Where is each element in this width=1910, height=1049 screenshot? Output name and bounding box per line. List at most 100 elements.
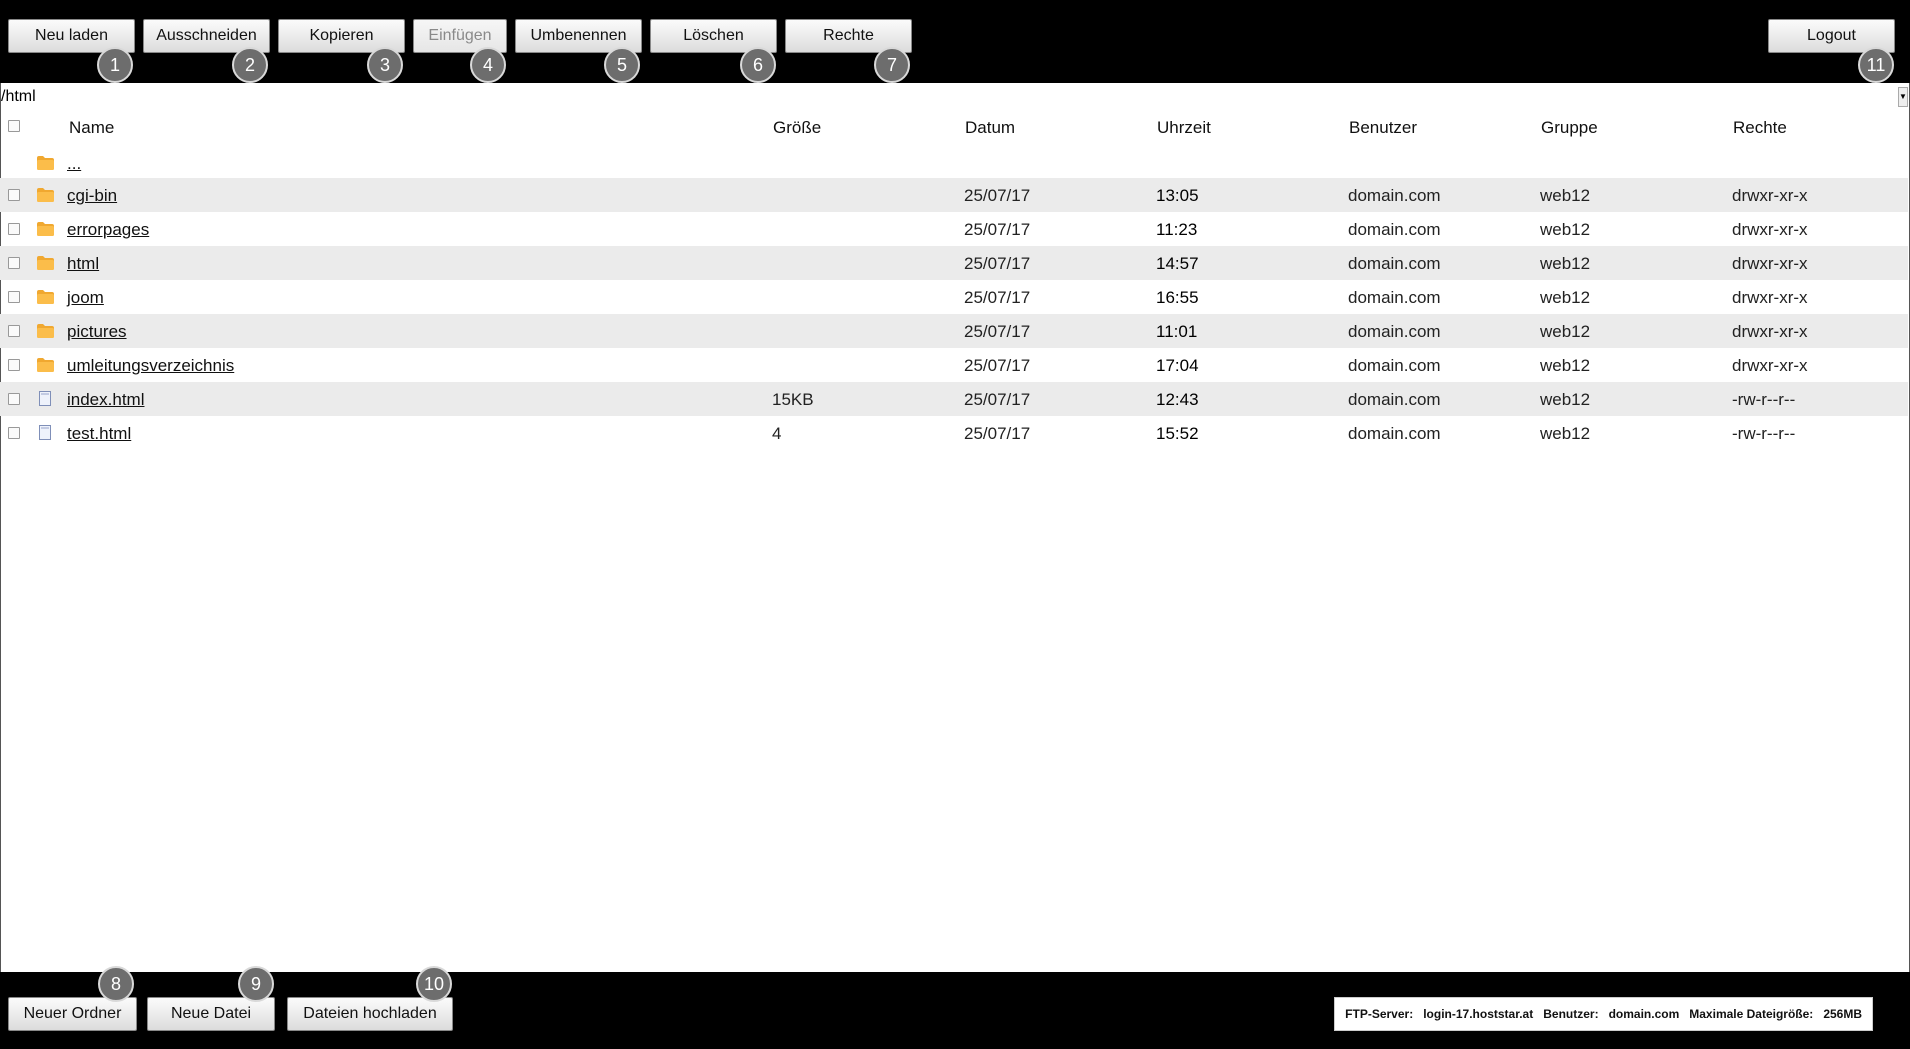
user-cell: domain.com — [1348, 356, 1441, 375]
folder-link[interactable]: cgi-bin — [67, 186, 117, 206]
folder-link[interactable]: errorpages — [67, 220, 149, 240]
date-cell: 25/07/17 — [964, 220, 1031, 239]
folder-icon — [37, 358, 54, 372]
path-dropdown-icon[interactable]: ▼ — [1898, 87, 1908, 107]
badge-7: 7 — [874, 47, 910, 83]
size-cell: 15KB — [772, 390, 814, 409]
folder-link[interactable]: umleitungsverzeichnis — [67, 356, 234, 376]
group-cell: web12 — [1540, 390, 1591, 409]
col-date[interactable]: Datum — [965, 118, 1015, 138]
row-checkbox[interactable] — [8, 393, 20, 405]
table-row[interactable]: joom 25/07/17 16:55 domain.com web12 drwxr-xr… — [0, 280, 1908, 314]
badge-3: 3 — [367, 47, 403, 83]
file-icon — [39, 391, 51, 406]
user-label: Benutzer: — [1543, 1007, 1599, 1021]
bottom-toolbar: Neuer Ordner Neue Datei Dateien hochlade… — [0, 966, 1910, 1049]
badge-8: 8 — [98, 966, 134, 1002]
file-link[interactable]: index.html — [67, 390, 144, 410]
folder-icon — [37, 324, 54, 338]
row-checkbox[interactable] — [8, 257, 20, 269]
maxsize-value: 256MB — [1823, 1007, 1862, 1021]
time-cell: 14:57 — [1156, 254, 1199, 273]
select-all-checkbox[interactable] — [8, 120, 20, 132]
badge-5: 5 — [604, 47, 640, 83]
table-row[interactable]: test.html 4 25/07/17 15:52 domain.com web12 -r… — [0, 416, 1908, 450]
path-bar[interactable]: /html ▼ — [0, 84, 1910, 108]
row-checkbox[interactable] — [8, 291, 20, 303]
time-cell: 16:55 — [1156, 288, 1199, 307]
group-cell: web12 — [1540, 254, 1591, 273]
col-size[interactable]: Größe — [773, 118, 821, 138]
date-cell: 25/07/17 — [964, 186, 1031, 205]
folder-link[interactable]: joom — [67, 288, 104, 308]
col-user[interactable]: Benutzer — [1349, 118, 1417, 138]
group-cell: web12 — [1540, 322, 1591, 341]
badge-4: 4 — [470, 47, 506, 83]
folder-icon — [37, 290, 54, 304]
new-file-button[interactable]: Neue Datei — [147, 997, 275, 1031]
perms-cell: drwxr-xr-x — [1732, 254, 1808, 273]
perms-cell: drwxr-xr-x — [1732, 186, 1808, 205]
server-label: FTP-Server: — [1345, 1007, 1414, 1021]
row-checkbox[interactable] — [8, 189, 20, 201]
maxsize-label: Maximale Dateigröße: — [1689, 1007, 1814, 1021]
badge-11: 11 — [1858, 47, 1894, 83]
time-cell: 17:04 — [1156, 356, 1199, 375]
server-value: login-17.hoststar.at — [1423, 1007, 1534, 1021]
col-perms[interactable]: Rechte — [1733, 118, 1787, 138]
table-row[interactable]: errorpages 25/07/17 11:23 domain.com web12 dr… — [0, 212, 1908, 246]
table-row[interactable]: cgi-bin 25/07/17 13:05 domain.com web12 drwxr… — [0, 178, 1908, 212]
perms-cell: drwxr-xr-x — [1732, 220, 1808, 239]
new-folder-button[interactable]: Neuer Ordner — [8, 997, 137, 1031]
col-time[interactable]: Uhrzeit — [1157, 118, 1211, 138]
group-cell: web12 — [1540, 424, 1591, 443]
perms-cell: drwxr-xr-x — [1732, 356, 1808, 375]
user-cell: domain.com — [1348, 254, 1441, 273]
folder-link[interactable]: pictures — [67, 322, 127, 342]
user-cell: domain.com — [1348, 322, 1441, 341]
table-row[interactable]: umleitungsverzeichnis 25/07/17 17:04 domain… — [0, 348, 1908, 382]
col-group[interactable]: Gruppe — [1541, 118, 1598, 138]
badge-2: 2 — [232, 47, 268, 83]
user-value: domain.com — [1608, 1007, 1680, 1021]
group-cell: web12 — [1540, 288, 1591, 307]
table-row[interactable]: html 25/07/17 14:57 domain.com web12 drwxr-xr… — [0, 246, 1908, 280]
server-info-panel: FTP-Server: login-17.hoststar.at Benutze… — [1334, 997, 1873, 1031]
col-name[interactable]: Name — [69, 118, 114, 138]
folder-link[interactable]: html — [67, 254, 99, 274]
file-link[interactable]: test.html — [67, 424, 131, 444]
table-header: Name Größe Datum Uhrzeit Benutzer Gruppe… — [0, 108, 1910, 148]
date-cell: 25/07/17 — [964, 356, 1031, 375]
user-cell: domain.com — [1348, 390, 1441, 409]
user-cell: domain.com — [1348, 186, 1441, 205]
row-checkbox[interactable] — [8, 223, 20, 235]
folder-icon — [37, 156, 54, 170]
date-cell: 25/07/17 — [964, 288, 1031, 307]
perms-cell: drwxr-xr-x — [1732, 288, 1808, 307]
date-cell: 25/07/17 — [964, 254, 1031, 273]
group-cell: web12 — [1540, 220, 1591, 239]
group-cell: web12 — [1540, 356, 1591, 375]
table-row[interactable]: pictures 25/07/17 11:01 domain.com web12 drwx… — [0, 314, 1908, 348]
date-cell: 25/07/17 — [964, 322, 1031, 341]
user-cell: domain.com — [1348, 424, 1441, 443]
table-row[interactable]: index.html 15KB 25/07/17 12:43 domain.com web… — [0, 382, 1908, 416]
row-checkbox[interactable] — [8, 359, 20, 371]
date-cell: 25/07/17 — [964, 390, 1031, 409]
time-cell: 15:52 — [1156, 424, 1199, 443]
parent-dir-row[interactable]: ... — [0, 146, 1908, 180]
row-checkbox[interactable] — [8, 325, 20, 337]
row-checkbox[interactable] — [8, 427, 20, 439]
user-cell: domain.com — [1348, 220, 1441, 239]
badge-1: 1 — [97, 47, 133, 83]
perms-cell: drwxr-xr-x — [1732, 322, 1808, 341]
current-path: /html — [1, 88, 36, 105]
top-toolbar: Neu laden Ausschneiden Kopieren Einfügen… — [0, 0, 1910, 83]
size-cell: 4 — [772, 424, 782, 443]
perms-cell: -rw-r--r-- — [1732, 390, 1796, 409]
parent-dir-link[interactable]: ... — [67, 154, 81, 174]
badge-9: 9 — [238, 966, 274, 1002]
date-cell: 25/07/17 — [964, 424, 1031, 443]
upload-files-button[interactable]: Dateien hochladen — [287, 997, 453, 1031]
time-cell: 13:05 — [1156, 186, 1199, 205]
